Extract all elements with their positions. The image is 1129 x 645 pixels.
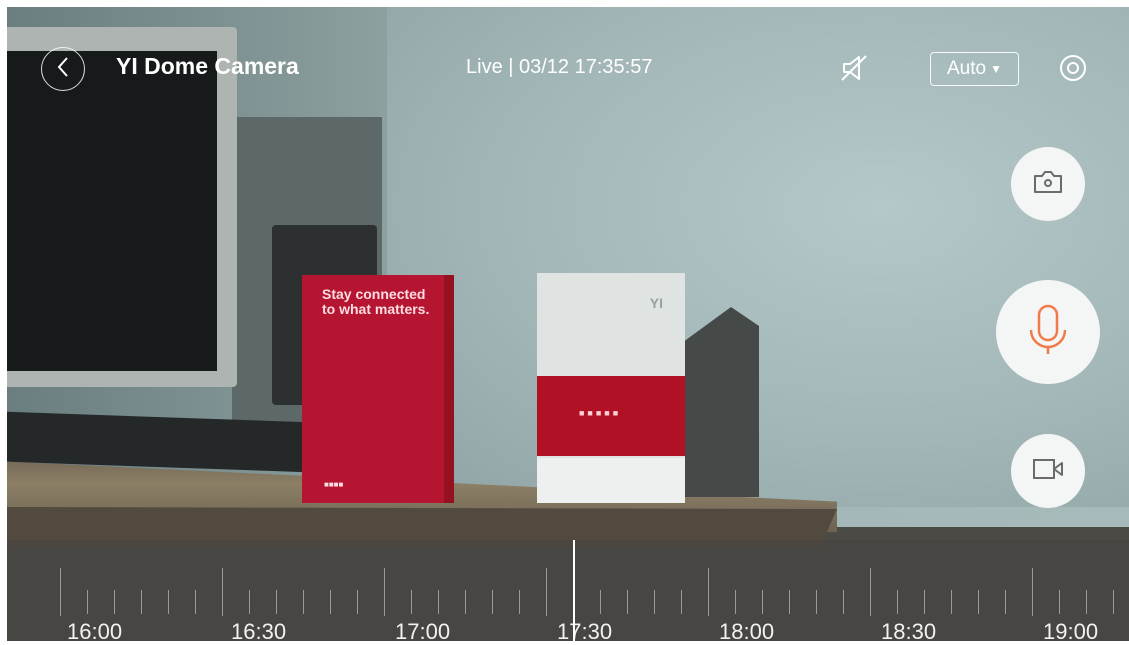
timeline-tick bbox=[1005, 590, 1006, 614]
timeline-tick bbox=[897, 590, 898, 614]
timeline-tick bbox=[114, 590, 115, 614]
timeline-playhead[interactable] bbox=[573, 540, 575, 641]
timeline-tick bbox=[1113, 590, 1114, 614]
timeline-tick bbox=[222, 568, 223, 616]
timeline-tick bbox=[276, 590, 277, 614]
video-camera-icon bbox=[1031, 457, 1065, 486]
camera-icon bbox=[1032, 169, 1064, 200]
feed-keyboard bbox=[7, 411, 307, 473]
record-button[interactable] bbox=[1011, 434, 1085, 508]
microphone-button[interactable] bbox=[996, 280, 1100, 384]
timeline-tick bbox=[330, 590, 331, 614]
timeline-tick bbox=[249, 590, 250, 614]
quality-label: Auto bbox=[947, 58, 987, 79]
timeline-label: 17:00 bbox=[395, 619, 451, 644]
timeline-tick bbox=[1059, 590, 1060, 614]
timeline-label: 17:30 bbox=[557, 619, 613, 644]
timeline-tick bbox=[708, 568, 709, 616]
timeline-tick bbox=[168, 590, 169, 614]
timeline-tick bbox=[600, 590, 601, 614]
timeline-tick bbox=[546, 568, 547, 616]
feed-product-box: YI ■■■■■ bbox=[537, 273, 685, 503]
timeline-tick bbox=[303, 590, 304, 614]
timeline-tick bbox=[195, 590, 196, 614]
timeline-tick bbox=[411, 590, 412, 614]
timeline-label: 16:00 bbox=[67, 619, 123, 644]
timeline-tick bbox=[654, 590, 655, 614]
caret-down-icon: ▼ bbox=[990, 62, 1002, 76]
feed-box-band: ■■■■■ bbox=[537, 376, 685, 456]
speaker-muted-icon bbox=[838, 55, 872, 87]
timeline-tick bbox=[141, 590, 142, 614]
timeline-tick bbox=[681, 590, 682, 614]
timeline-label: 18:00 bbox=[719, 619, 775, 644]
live-status: Live | 03/12 17:35:57 bbox=[466, 56, 653, 78]
timeline-tick bbox=[465, 590, 466, 614]
quality-dropdown[interactable]: Auto ▼ bbox=[930, 52, 1019, 86]
feed-box-logo: YI bbox=[649, 295, 663, 311]
settings-ring-icon bbox=[1057, 55, 1089, 88]
timeline-label: 19:00 bbox=[1043, 619, 1099, 644]
chevron-left-icon bbox=[56, 56, 70, 83]
timeline-tick bbox=[789, 590, 790, 614]
back-button[interactable] bbox=[41, 47, 85, 91]
timeline-tick bbox=[60, 568, 61, 616]
timeline-tick bbox=[384, 568, 385, 616]
timeline-tick bbox=[492, 590, 493, 614]
snapshot-button[interactable] bbox=[1011, 147, 1085, 221]
timeline-tick bbox=[735, 590, 736, 614]
feed-monitor bbox=[7, 27, 237, 387]
timeline-tick bbox=[1032, 568, 1033, 616]
timeline-tick bbox=[978, 590, 979, 614]
feed-card-text: Stay connected to what matters. bbox=[322, 286, 430, 317]
timeline-scrubber[interactable]: 16:00 16:30 17:00 17:30 18:00 18:30 19:0… bbox=[7, 540, 1129, 644]
feed-card-logo: ■■■■ bbox=[324, 480, 344, 489]
timeline-tick bbox=[87, 590, 88, 614]
page-title: YI Dome Camera bbox=[116, 53, 299, 79]
feed-monitor-screen bbox=[7, 51, 217, 371]
timeline-tick bbox=[627, 590, 628, 614]
timeline-tick bbox=[1086, 590, 1087, 614]
timeline-tick bbox=[438, 590, 439, 614]
timeline-tick bbox=[924, 590, 925, 614]
timeline-tick bbox=[357, 590, 358, 614]
timeline-label: 16:30 bbox=[231, 619, 287, 644]
timeline-tick bbox=[816, 590, 817, 614]
mute-button[interactable] bbox=[838, 53, 872, 83]
feed-band-text: ■■■■■ bbox=[579, 408, 622, 418]
settings-button[interactable] bbox=[1057, 52, 1089, 84]
microphone-icon bbox=[1025, 302, 1071, 363]
timeline-tick bbox=[870, 568, 871, 616]
feed-box-base bbox=[537, 458, 685, 503]
timeline-tick bbox=[519, 590, 520, 614]
feed-red-card: Stay connected to what matters. ■■■■ bbox=[302, 275, 454, 503]
timeline-tick bbox=[762, 590, 763, 614]
timeline-label: 18:30 bbox=[881, 619, 937, 644]
timeline-tick bbox=[951, 590, 952, 614]
timeline-tick bbox=[843, 590, 844, 614]
